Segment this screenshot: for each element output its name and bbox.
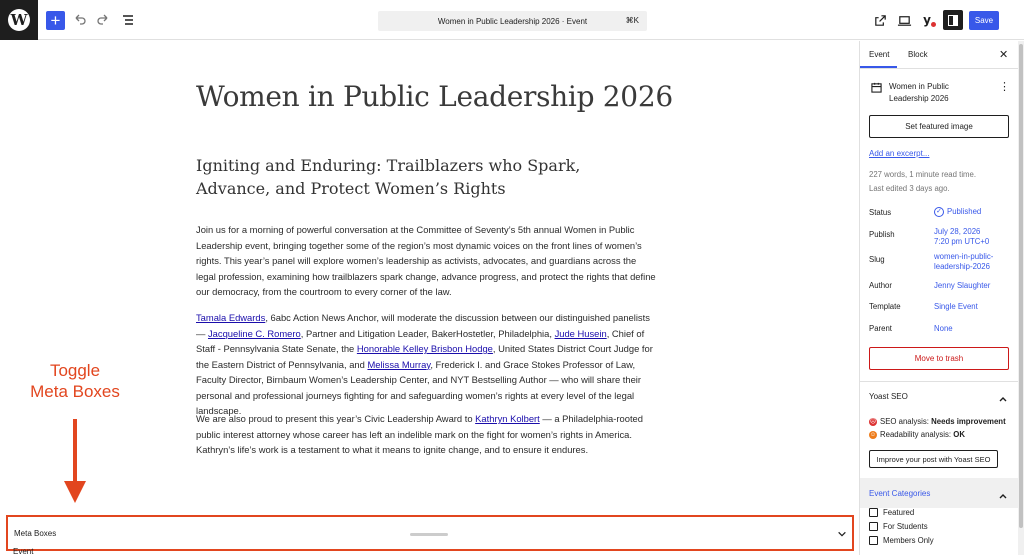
link-melissa-murray[interactable]: Melissa Murray xyxy=(367,359,430,370)
set-featured-image-button[interactable]: Set featured image xyxy=(869,115,1009,138)
read-prefix: Readability analysis: xyxy=(880,430,954,439)
link-tamala-edwards[interactable]: Tamala Edwards xyxy=(196,312,265,323)
post-title[interactable]: Women in Public Leadership 2026 xyxy=(196,80,673,113)
annotation-line-2: Meta Boxes xyxy=(30,382,120,401)
link-kathryn-kolbert[interactable]: Kathryn Kolbert xyxy=(475,413,540,424)
add-excerpt-link[interactable]: Add an excerpt... xyxy=(869,149,929,158)
category-for-students[interactable]: For Students xyxy=(869,522,928,532)
paragraph-panelists[interactable]: Tamala Edwards, 6abc Action News Anchor,… xyxy=(196,310,656,419)
move-to-trash-button[interactable]: Move to trash xyxy=(869,347,1009,370)
template-value[interactable]: Single Event xyxy=(934,302,978,312)
author-label: Author xyxy=(869,281,892,290)
checkbox[interactable] xyxy=(869,522,878,532)
editor-header: W + Women in Public Leadership 2026 · Ev… xyxy=(0,0,1024,40)
checkbox[interactable] xyxy=(869,536,878,546)
annotation-line-1: Toggle xyxy=(49,361,101,380)
command-palette-button[interactable]: Women in Public Leadership 2026 · Event … xyxy=(378,11,647,31)
calendar-icon xyxy=(871,80,882,93)
redo-icon[interactable] xyxy=(95,12,111,28)
seo-analysis: ☹ SEO analysis: Needs improvement xyxy=(869,417,1006,426)
link-kelley-brisbon-hodge[interactable]: Honorable Kelley Brisbon Hodge xyxy=(357,343,493,354)
slug-value[interactable]: women-in-public- leadership-2026 xyxy=(934,252,993,272)
editor-canvas: Women in Public Leadership 2026 Igniting… xyxy=(0,41,855,555)
slug-line-2: leadership-2026 xyxy=(934,262,990,271)
tab-event[interactable]: Event xyxy=(869,50,889,59)
category-members-only[interactable]: Members Only xyxy=(869,536,934,546)
paragraph-intro[interactable]: Join us for a morning of powerful conver… xyxy=(196,222,656,300)
chevron-down-icon xyxy=(836,528,848,540)
sidebar-tabs: Event Block ✕ xyxy=(860,41,1018,69)
document-title-label: Women in Public Leadership 2026 · Event xyxy=(437,16,588,26)
seo-prefix: SEO analysis: xyxy=(880,417,932,426)
wordpress-icon: W xyxy=(8,9,30,31)
event-categories-title: Event Categories xyxy=(869,489,931,498)
status-label: Status xyxy=(869,208,892,217)
read-value: OK xyxy=(953,430,965,439)
last-edited: Last edited 3 days ago. xyxy=(869,184,950,193)
slug-line-1: women-in-public- xyxy=(934,252,994,261)
undo-icon[interactable] xyxy=(72,12,88,28)
parent-label: Parent xyxy=(869,324,892,333)
active-tab-indicator xyxy=(860,66,897,68)
sidebar-post-title: Women in Public Leadership 2026 xyxy=(889,82,949,103)
readability-analysis: ☺ Readability analysis: OK xyxy=(869,430,965,439)
text: , Partner and Litigation Leader, BakerHo… xyxy=(300,327,555,339)
word-count: 227 words, 1 minute read time. xyxy=(869,170,977,179)
meta-box-event-peek: Event xyxy=(13,547,34,555)
category-label: Members Only xyxy=(883,536,934,545)
settings-sidebar-toggle[interactable] xyxy=(943,10,963,30)
link-jude-husein[interactable]: Jude Husein xyxy=(555,328,607,339)
chevron-up-icon[interactable] xyxy=(998,391,1008,402)
view-post-icon[interactable] xyxy=(872,12,888,28)
seo-value: Needs improvement xyxy=(931,417,1006,426)
yoast-panel-title[interactable]: Yoast SEO xyxy=(869,392,908,401)
save-button[interactable]: Save xyxy=(969,11,999,30)
resize-handle[interactable] xyxy=(410,533,448,536)
event-categories-panel[interactable]: Event Categories xyxy=(860,478,1018,508)
publish-time: 7:20 pm UTC+0 xyxy=(934,237,990,246)
annotation-arrow-head xyxy=(64,481,86,503)
status-value[interactable]: ✓ Published xyxy=(934,207,981,217)
chevron-up-icon[interactable] xyxy=(998,488,1008,499)
sad-face-icon: ☹ xyxy=(869,417,877,426)
sidebar-icon xyxy=(948,14,958,26)
status-text: Published xyxy=(947,207,982,217)
author-value[interactable]: Jenny Slaughter xyxy=(934,281,990,291)
template-label: Template xyxy=(869,302,901,311)
neutral-face-icon: ☺ xyxy=(869,430,877,439)
slug-label: Slug xyxy=(869,255,885,264)
paragraph-award[interactable]: We are also proud to present this year’s… xyxy=(196,411,656,458)
post-stats: 227 words, 1 minute read time. Last edit… xyxy=(869,168,976,196)
checkbox[interactable] xyxy=(869,508,878,518)
publish-value[interactable]: July 28, 2026 7:20 pm UTC+0 xyxy=(934,227,989,247)
wordpress-logo-button[interactable]: W xyxy=(0,0,38,40)
publish-date: July 28, 2026 xyxy=(934,227,981,236)
category-label: For Students xyxy=(883,522,928,531)
published-check-icon: ✓ xyxy=(934,207,944,217)
improve-yoast-button[interactable]: Improve your post with Yoast SEO xyxy=(869,450,998,468)
meta-boxes-label: Meta Boxes xyxy=(14,529,57,538)
publish-label: Publish xyxy=(869,230,895,239)
yoast-icon[interactable]: y xyxy=(919,12,936,28)
category-featured[interactable]: Featured xyxy=(869,508,915,518)
category-label: Featured xyxy=(883,508,915,517)
parent-value[interactable]: None xyxy=(934,324,953,334)
meta-boxes-toggle[interactable]: Meta Boxes xyxy=(6,515,854,551)
add-block-button[interactable]: + xyxy=(46,11,65,30)
link-jacqueline-romero[interactable]: Jacqueline C. Romero xyxy=(208,328,301,339)
text: We are also proud to present this year’s… xyxy=(196,413,476,424)
post-subtitle[interactable]: Igniting and Enduring: Trailblazers who … xyxy=(196,154,656,200)
annotation-label: Toggle Meta Boxes xyxy=(24,360,126,402)
annotation-arrow-shaft xyxy=(73,419,77,485)
sidebar-scrollbar-thumb[interactable] xyxy=(1019,44,1023,528)
preview-device-icon[interactable] xyxy=(896,12,912,28)
shortcut-label: ⌘K xyxy=(625,16,639,25)
document-overview-icon[interactable] xyxy=(120,12,136,28)
close-icon[interactable]: ✕ xyxy=(999,48,1008,61)
settings-sidebar: Event Block ✕ Women in Public Leadership… xyxy=(859,41,1018,555)
tab-block[interactable]: Block xyxy=(908,50,928,59)
divider xyxy=(860,381,1018,382)
more-options-icon[interactable]: ⋮ xyxy=(999,80,1010,93)
